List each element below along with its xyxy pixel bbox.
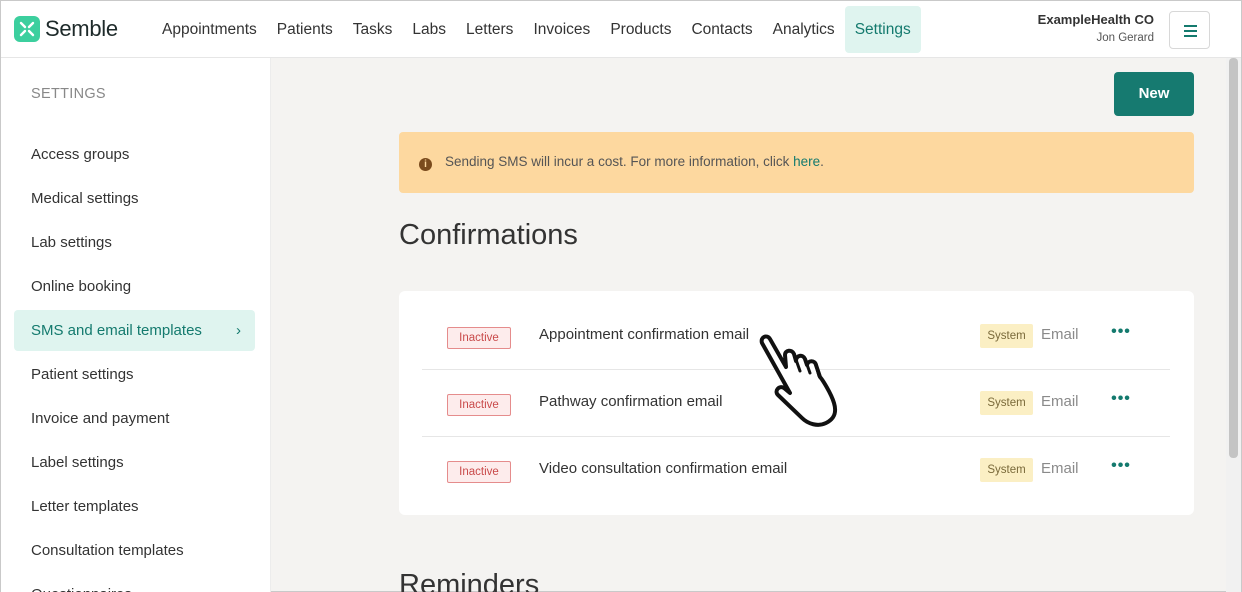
sidebar-item-online-booking[interactable]: Online booking [14,266,255,307]
nav-settings[interactable]: Settings [844,6,921,53]
hand-pointer-icon [759,334,838,427]
main-nav: Appointments Patients Tasks Labs Letters… [152,6,921,53]
alert-more-info-link[interactable]: here [793,154,820,169]
info-icon: i [419,158,432,171]
nav-letters[interactable]: Letters [456,6,523,53]
account-info: ExampleHealth CO Jon Gerard [1038,12,1154,44]
nav-appointments[interactable]: Appointments [152,6,267,53]
status-badge: Inactive [447,394,511,416]
sidebar-item-medical-settings[interactable]: Medical settings [14,178,255,219]
template-name[interactable]: Video consultation confirmation email [539,460,787,477]
nav-tasks[interactable]: Tasks [343,6,403,53]
sidebar-item-lab-settings[interactable]: Lab settings [14,222,255,263]
chevron-right-icon: › [236,322,241,339]
confirmations-heading: Confirmations [399,219,578,251]
top-navigation-bar: Semble Appointments Patients Tasks Labs … [1,1,1241,58]
channel-label: Email [1041,393,1079,410]
more-options-icon[interactable]: ••• [1110,389,1132,411]
new-template-button[interactable]: New [1114,72,1194,116]
template-name[interactable]: Pathway confirmation email [539,393,722,410]
semble-logo[interactable]: Semble [14,16,118,42]
nav-products[interactable]: Products [600,6,681,53]
system-badge: System [980,391,1033,415]
organization-name: ExampleHealth CO [1037,12,1154,27]
nav-labs[interactable]: Labs [402,6,456,53]
sidebar-item-invoice-payment[interactable]: Invoice and payment [14,398,255,439]
semble-logo-icon [14,16,40,42]
alert-message: Sending SMS will incur a cost. For more … [445,154,824,169]
template-name[interactable]: Appointment confirmation email [539,326,749,343]
hamburger-icon [1184,25,1197,27]
scrollbar-thumb[interactable] [1229,58,1238,458]
sidebar-item-letter-templates[interactable]: Letter templates [14,486,255,527]
sms-cost-alert: i Sending SMS will incur a cost. For mor… [399,132,1194,193]
sidebar-item-access-groups[interactable]: Access groups [14,134,255,175]
template-row[interactable]: Inactive Video consultation confirmation… [422,437,1170,504]
more-options-icon[interactable]: ••• [1110,322,1132,344]
channel-label: Email [1041,326,1079,343]
nav-contacts[interactable]: Contacts [681,6,762,53]
brand-name: Semble [45,16,118,41]
sidebar-item-label: SMS and email templates [31,322,202,339]
sidebar-item-consultation-templates[interactable]: Consultation templates [14,530,255,571]
channel-label: Email [1041,460,1079,477]
nav-invoices[interactable]: Invoices [523,6,600,53]
sidebar-item-patient-settings[interactable]: Patient settings [14,354,255,395]
status-badge: Inactive [447,327,511,349]
sidebar-item-questionnaires[interactable]: Questionnaires [14,574,255,592]
sidebar-title: SETTINGS [31,86,106,102]
page-scrollbar[interactable] [1226,58,1241,592]
nav-patients[interactable]: Patients [267,6,343,53]
hamburger-menu-button[interactable] [1169,11,1210,49]
more-options-icon[interactable]: ••• [1110,456,1132,478]
nav-analytics[interactable]: Analytics [763,6,845,53]
sidebar-item-sms-email-templates[interactable]: SMS and email templates › [14,310,255,351]
reminders-heading: Reminders [399,569,540,592]
user-name: Jon Gerard [1096,32,1154,44]
status-badge: Inactive [447,461,511,483]
sidebar-item-label-settings[interactable]: Label settings [14,442,255,483]
system-badge: System [980,458,1033,482]
settings-sidebar: SETTINGS Access groups Medical settings … [1,58,271,592]
system-badge: System [980,324,1033,348]
